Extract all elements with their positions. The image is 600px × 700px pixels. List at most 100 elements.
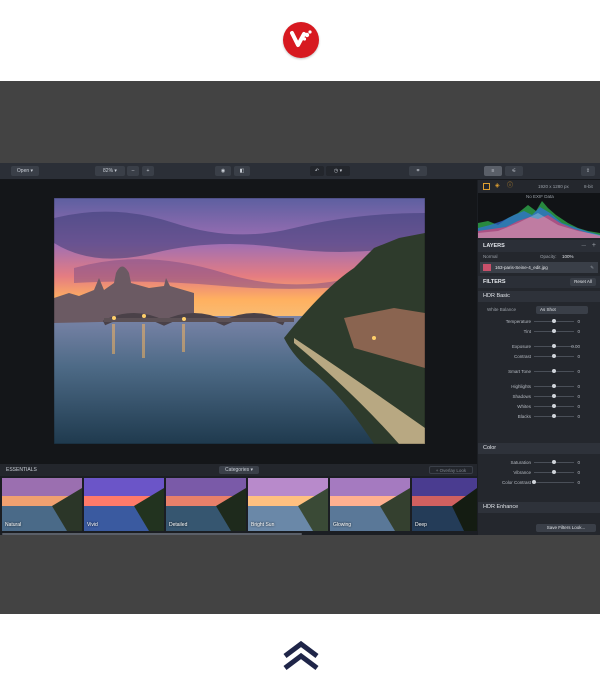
looks-header: ESSENTIALS Categories ▾ + Overlay Look: [0, 464, 477, 476]
slider-knob[interactable]: [532, 480, 536, 484]
filters-header[interactable]: FILTERS Reset All: [478, 276, 600, 288]
image-canvas: [0, 180, 477, 464]
open-label: Open: [16, 168, 30, 174]
info-bar: ◈ ⓘ 1920 x 1280 px 8-bit: [478, 180, 600, 193]
look-thumb-natural[interactable]: Natural: [2, 478, 82, 531]
reset-all-button[interactable]: Reset All: [570, 278, 596, 286]
slider-knob[interactable]: [552, 329, 556, 333]
white-balance-select[interactable]: As Shot: [536, 306, 588, 314]
slider-knob[interactable]: [552, 319, 556, 323]
slider-track[interactable]: [534, 482, 574, 483]
filters-title: FILTERS: [483, 279, 506, 285]
slider-value: 0: [577, 319, 580, 324]
look-label: Detailed: [169, 522, 188, 528]
slider-row: Exposure 0.00: [478, 342, 600, 351]
slider-knob[interactable]: [552, 369, 556, 373]
overlay-look-button[interactable]: + Overlay Look: [429, 466, 473, 474]
slider-row: Vibrance 0: [478, 468, 600, 477]
color-header[interactable]: Color: [478, 443, 600, 454]
slider-value: 0: [577, 470, 580, 475]
photo-editor-window: Open ▾ 82% ▾ – + ◉ ◧ ↶ ◷ ▾ ⌗ ≡ ⚟ ⇪ ESSEN…: [0, 163, 600, 535]
slider-knob[interactable]: [552, 344, 556, 348]
slider-row: Tint 0: [478, 327, 600, 336]
categories-dropdown[interactable]: Categories ▾: [219, 466, 259, 474]
undo-icon[interactable]: ↶: [310, 166, 324, 176]
blend-mode[interactable]: Normal: [483, 253, 498, 261]
layers-header[interactable]: LAYERS — +: [478, 240, 600, 252]
zoom-out-button[interactable]: –: [127, 166, 139, 176]
slider-value: 0: [577, 384, 580, 389]
slider-label: Contrast: [513, 354, 531, 359]
slider-label: Smart Tone: [508, 369, 531, 374]
slider-row: Smart Tone 0: [478, 367, 600, 376]
slider-knob[interactable]: [552, 384, 556, 388]
layers-stack-icon[interactable]: ◈: [495, 183, 502, 190]
slider-label: Highlights: [511, 384, 531, 389]
look-thumb-glowing[interactable]: Glowing: [330, 478, 410, 531]
slider-label: Vibrance: [513, 470, 531, 475]
histogram: No EXIF Data: [478, 193, 600, 238]
slider-knob[interactable]: [552, 354, 556, 358]
color-title: Color: [483, 445, 497, 451]
layers-title: LAYERS: [483, 243, 505, 249]
opacity-label: Opacity:: [540, 254, 557, 259]
image-size: 1920 x 1280 px: [538, 184, 569, 189]
look-thumb-bright-sun[interactable]: Bright Sun: [248, 478, 328, 531]
history-icon[interactable]: ◷ ▾: [326, 166, 350, 176]
layer-item[interactable]: 163-paris-Seine-4_edit.jpg ✎: [480, 262, 598, 273]
slider-label: Shadows: [512, 394, 531, 399]
opacity-value[interactable]: 100%: [562, 253, 574, 261]
slider-knob[interactable]: [552, 414, 556, 418]
layers-panel-icon[interactable]: ≡: [484, 166, 502, 176]
compare-icon[interactable]: ◧: [234, 166, 250, 176]
hdr-enhance-title: HDR Enhance: [483, 504, 519, 510]
slider-row: Temperature 0: [478, 317, 600, 326]
slider-value: 0: [577, 354, 580, 359]
look-thumb-detailed[interactable]: Detailed: [166, 478, 246, 531]
looks-scrollbar[interactable]: [2, 533, 302, 535]
histogram-icon[interactable]: [483, 183, 490, 190]
zoom-select[interactable]: 82% ▾: [95, 166, 125, 176]
info-icon[interactable]: ⓘ: [507, 183, 514, 190]
categories-label: Categories: [224, 467, 250, 473]
add-layer-icon[interactable]: +: [592, 242, 596, 250]
slider-label: Exposure: [511, 344, 531, 349]
look-label: Glowing: [333, 522, 352, 528]
scroll-up-chevron-icon[interactable]: [283, 640, 319, 672]
zoom-in-button[interactable]: +: [142, 166, 154, 176]
look-thumb-vivid[interactable]: Vivid: [84, 478, 164, 531]
save-filters-button[interactable]: Save Filters Look...: [536, 524, 596, 532]
slider-label: Tint: [523, 329, 531, 334]
share-icon[interactable]: ⇪: [581, 166, 595, 176]
open-button[interactable]: Open ▾: [11, 166, 39, 176]
zoom-value: 82%: [103, 168, 114, 174]
bit-depth: 8-bit: [584, 184, 593, 189]
slider-row: Color Contrast 0: [478, 478, 600, 487]
essentials-label: ESSENTIALS: [6, 467, 37, 473]
brush-icon[interactable]: ✎: [590, 264, 594, 272]
looks-strip: Natural Vivid Detailed Bright Sun Glowin…: [0, 476, 477, 535]
slider-value: 0: [577, 460, 580, 465]
slider-value: 0: [577, 480, 580, 485]
slider-value: 0: [577, 369, 580, 374]
slider-knob[interactable]: [552, 460, 556, 464]
filters-panel-icon[interactable]: ⚟: [505, 166, 523, 176]
slider-label: Saturation: [510, 460, 531, 465]
hdr-enhance-header[interactable]: HDR Enhance: [478, 502, 600, 513]
look-thumb-deep[interactable]: Deep: [412, 478, 477, 531]
slider-label: Color Contrast: [501, 480, 531, 485]
slider-row: Saturation 0: [478, 458, 600, 467]
hdr-basic-header[interactable]: HDR Basic: [478, 291, 600, 302]
preview-eye-icon[interactable]: ◉: [215, 166, 231, 176]
slider-row: Contrast 0: [478, 352, 600, 361]
look-label: Deep: [415, 522, 427, 528]
slider-label: Blacks: [517, 414, 531, 419]
remove-layer-icon[interactable]: —: [582, 242, 587, 250]
white-balance-value: As Shot: [540, 307, 556, 312]
slider-knob[interactable]: [552, 470, 556, 474]
crop-icon[interactable]: ⌗: [409, 166, 427, 176]
slider-knob[interactable]: [552, 394, 556, 398]
slider-row: Whites 0: [478, 402, 600, 411]
slider-value: 0.00: [571, 344, 580, 349]
slider-knob[interactable]: [552, 404, 556, 408]
